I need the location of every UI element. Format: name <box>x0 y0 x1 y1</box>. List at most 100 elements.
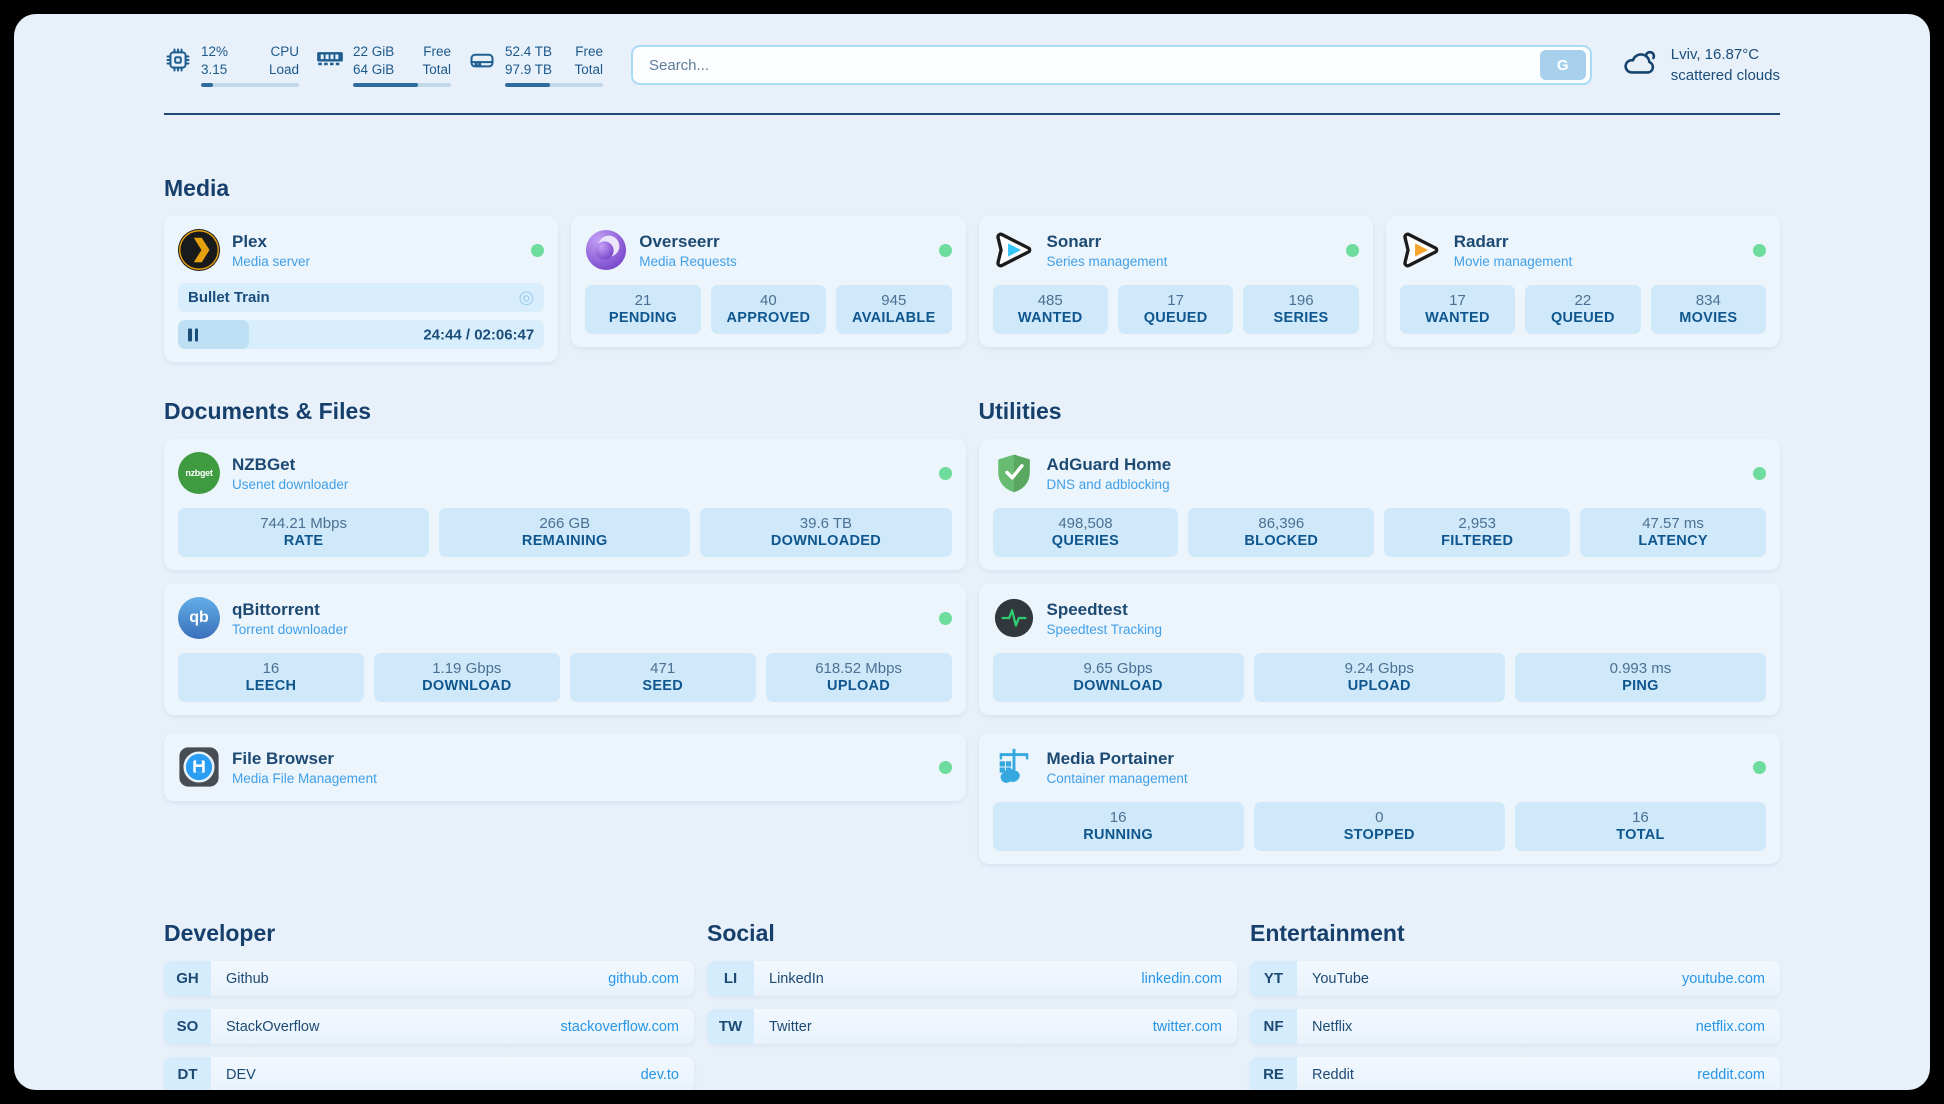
stat-value: 485 <box>997 292 1104 309</box>
app-name: Radarr <box>1454 232 1573 252</box>
stat-value: 17 <box>1404 292 1511 309</box>
app-subtitle: Movie management <box>1454 254 1573 269</box>
search-input[interactable] <box>647 56 1540 75</box>
app-card-plex[interactable]: Plex Media server Bullet Train ◎ 24:44 /… <box>164 216 558 362</box>
status-online-dot <box>939 467 952 480</box>
section-title-documents: Documents & Files <box>164 398 966 425</box>
link-youtube[interactable]: YT YouTube youtube.com <box>1250 961 1780 996</box>
memory-icon <box>316 46 344 70</box>
app-card-portainer[interactable]: Media Portainer Container management 16 … <box>979 733 1781 864</box>
link-linkedin[interactable]: LI LinkedIn linkedin.com <box>707 961 1237 996</box>
stat-label: QUEUED <box>1122 310 1229 326</box>
status-online-dot <box>1753 761 1766 774</box>
header-divider <box>164 113 1780 115</box>
app-card-filebrowser[interactable]: File Browser Media File Management <box>164 733 966 801</box>
stat-value: 39.6 TB <box>704 515 947 532</box>
now-playing-row: Bullet Train ◎ <box>178 283 544 312</box>
stat-label: STOPPED <box>1258 827 1501 843</box>
cast-icon: ◎ <box>519 287 535 308</box>
link-name: DEV <box>226 1067 256 1083</box>
app-subtitle: DNS and adblocking <box>1047 477 1172 492</box>
stat-value: 47.57 ms <box>1584 515 1762 532</box>
stat-box: 196 SERIES <box>1243 285 1358 334</box>
link-github[interactable]: GH Github github.com <box>164 961 694 996</box>
top-bar: 12% 3.15 CPU Load <box>164 38 1780 92</box>
link-netflix[interactable]: NF Netflix netflix.com <box>1250 1009 1780 1044</box>
section-title-media: Media <box>164 175 1780 202</box>
stat-value: 9.65 Gbps <box>997 660 1240 677</box>
section-title-social: Social <box>707 920 1237 947</box>
overseerr-icon <box>585 229 627 271</box>
link-badge: SO <box>164 1009 211 1044</box>
app-card-radarr[interactable]: Radarr Movie management 17 WANTED 22 QUE… <box>1386 216 1780 347</box>
app-card-overseerr[interactable]: Overseerr Media Requests 21 PENDING 40 A… <box>571 216 965 347</box>
status-online-dot <box>939 612 952 625</box>
app-card-qbittorrent[interactable]: qb qBittorrent Torrent downloader 16 LEE… <box>164 584 966 715</box>
app-card-adguard[interactable]: AdGuard Home DNS and adblocking 498,508 … <box>979 439 1781 570</box>
stat-box: 834 MOVIES <box>1651 285 1766 334</box>
stat-label: WANTED <box>1404 310 1511 326</box>
stat-label: WANTED <box>997 310 1104 326</box>
app-card-nzbget[interactable]: nzbget NZBGet Usenet downloader 744.21 M… <box>164 439 966 570</box>
cpu-icon <box>164 46 192 74</box>
link-url: stackoverflow.com <box>561 1019 679 1035</box>
stat-label: UPLOAD <box>770 678 948 694</box>
link-url: youtube.com <box>1682 971 1765 987</box>
filebrowser-icon <box>178 746 220 788</box>
stat-box: 618.52 Mbps UPLOAD <box>766 653 952 702</box>
app-card-speedtest[interactable]: Speedtest Speedtest Tracking 9.65 Gbps D… <box>979 584 1781 715</box>
link-dev-to[interactable]: DT DEV dev.to <box>164 1057 694 1090</box>
status-online-dot <box>939 244 952 257</box>
stat-box: 47.57 ms LATENCY <box>1580 508 1766 557</box>
stat-value: 17 <box>1122 292 1229 309</box>
pause-icon <box>188 328 198 341</box>
memory-stat: 22 GiB 64 GiB Free Total <box>316 43 451 87</box>
memory-free-value: 22 GiB <box>353 43 394 61</box>
stat-label: LATENCY <box>1584 533 1762 549</box>
app-name: AdGuard Home <box>1047 455 1172 475</box>
stat-value: 498,508 <box>997 515 1175 532</box>
link-twitter[interactable]: TW Twitter twitter.com <box>707 1009 1237 1044</box>
link-url: reddit.com <box>1697 1067 1765 1083</box>
stat-box: 0 STOPPED <box>1254 802 1505 851</box>
storage-icon <box>468 46 496 74</box>
stat-box: 485 WANTED <box>993 285 1108 334</box>
stat-label: PING <box>1519 678 1762 694</box>
section-title-developer: Developer <box>164 920 694 947</box>
link-stackoverflow[interactable]: SO StackOverflow stackoverflow.com <box>164 1009 694 1044</box>
link-name: Reddit <box>1312 1067 1354 1083</box>
weather-location-temp: Lviv, 16.87°C <box>1671 44 1780 65</box>
link-badge: YT <box>1250 961 1297 996</box>
stat-box: 1.19 Gbps DOWNLOAD <box>374 653 560 702</box>
stat-box: 21 PENDING <box>585 285 700 334</box>
stat-label: QUERIES <box>997 533 1175 549</box>
link-badge: DT <box>164 1057 211 1090</box>
weather-widget: Lviv, 16.87°C scattered clouds <box>1620 44 1780 86</box>
stat-value: 744.21 Mbps <box>182 515 425 532</box>
link-badge: TW <box>707 1009 754 1044</box>
app-name: qBittorrent <box>232 600 348 620</box>
cpu-percent: 12% <box>201 43 228 61</box>
search-engine-button[interactable]: G <box>1540 50 1586 80</box>
stat-label: AVAILABLE <box>840 310 947 326</box>
memory-free-label: Free <box>422 43 451 61</box>
stat-value: 196 <box>1247 292 1354 309</box>
link-name: Twitter <box>769 1019 812 1035</box>
cpu-stat: 12% 3.15 CPU Load <box>164 43 299 87</box>
link-url: linkedin.com <box>1141 971 1222 987</box>
link-reddit[interactable]: RE Reddit reddit.com <box>1250 1057 1780 1090</box>
app-card-sonarr[interactable]: Sonarr Series management 485 WANTED 17 Q… <box>979 216 1373 347</box>
stat-box: 498,508 QUERIES <box>993 508 1179 557</box>
stat-box: 16 TOTAL <box>1515 802 1766 851</box>
app-subtitle: Container management <box>1047 771 1188 786</box>
status-online-dot <box>1753 467 1766 480</box>
stat-value: 86,396 <box>1192 515 1370 532</box>
cpu-progress-bar <box>201 83 299 87</box>
stat-box: 9.24 Gbps UPLOAD <box>1254 653 1505 702</box>
link-name: YouTube <box>1312 971 1369 987</box>
stat-value: 618.52 Mbps <box>770 660 948 677</box>
dashboard-panel: 12% 3.15 CPU Load <box>14 14 1930 1090</box>
stat-box: 744.21 Mbps RATE <box>178 508 429 557</box>
storage-stat: 52.4 TB 97.9 TB Free Total <box>468 43 603 87</box>
radarr-icon <box>1400 229 1442 271</box>
